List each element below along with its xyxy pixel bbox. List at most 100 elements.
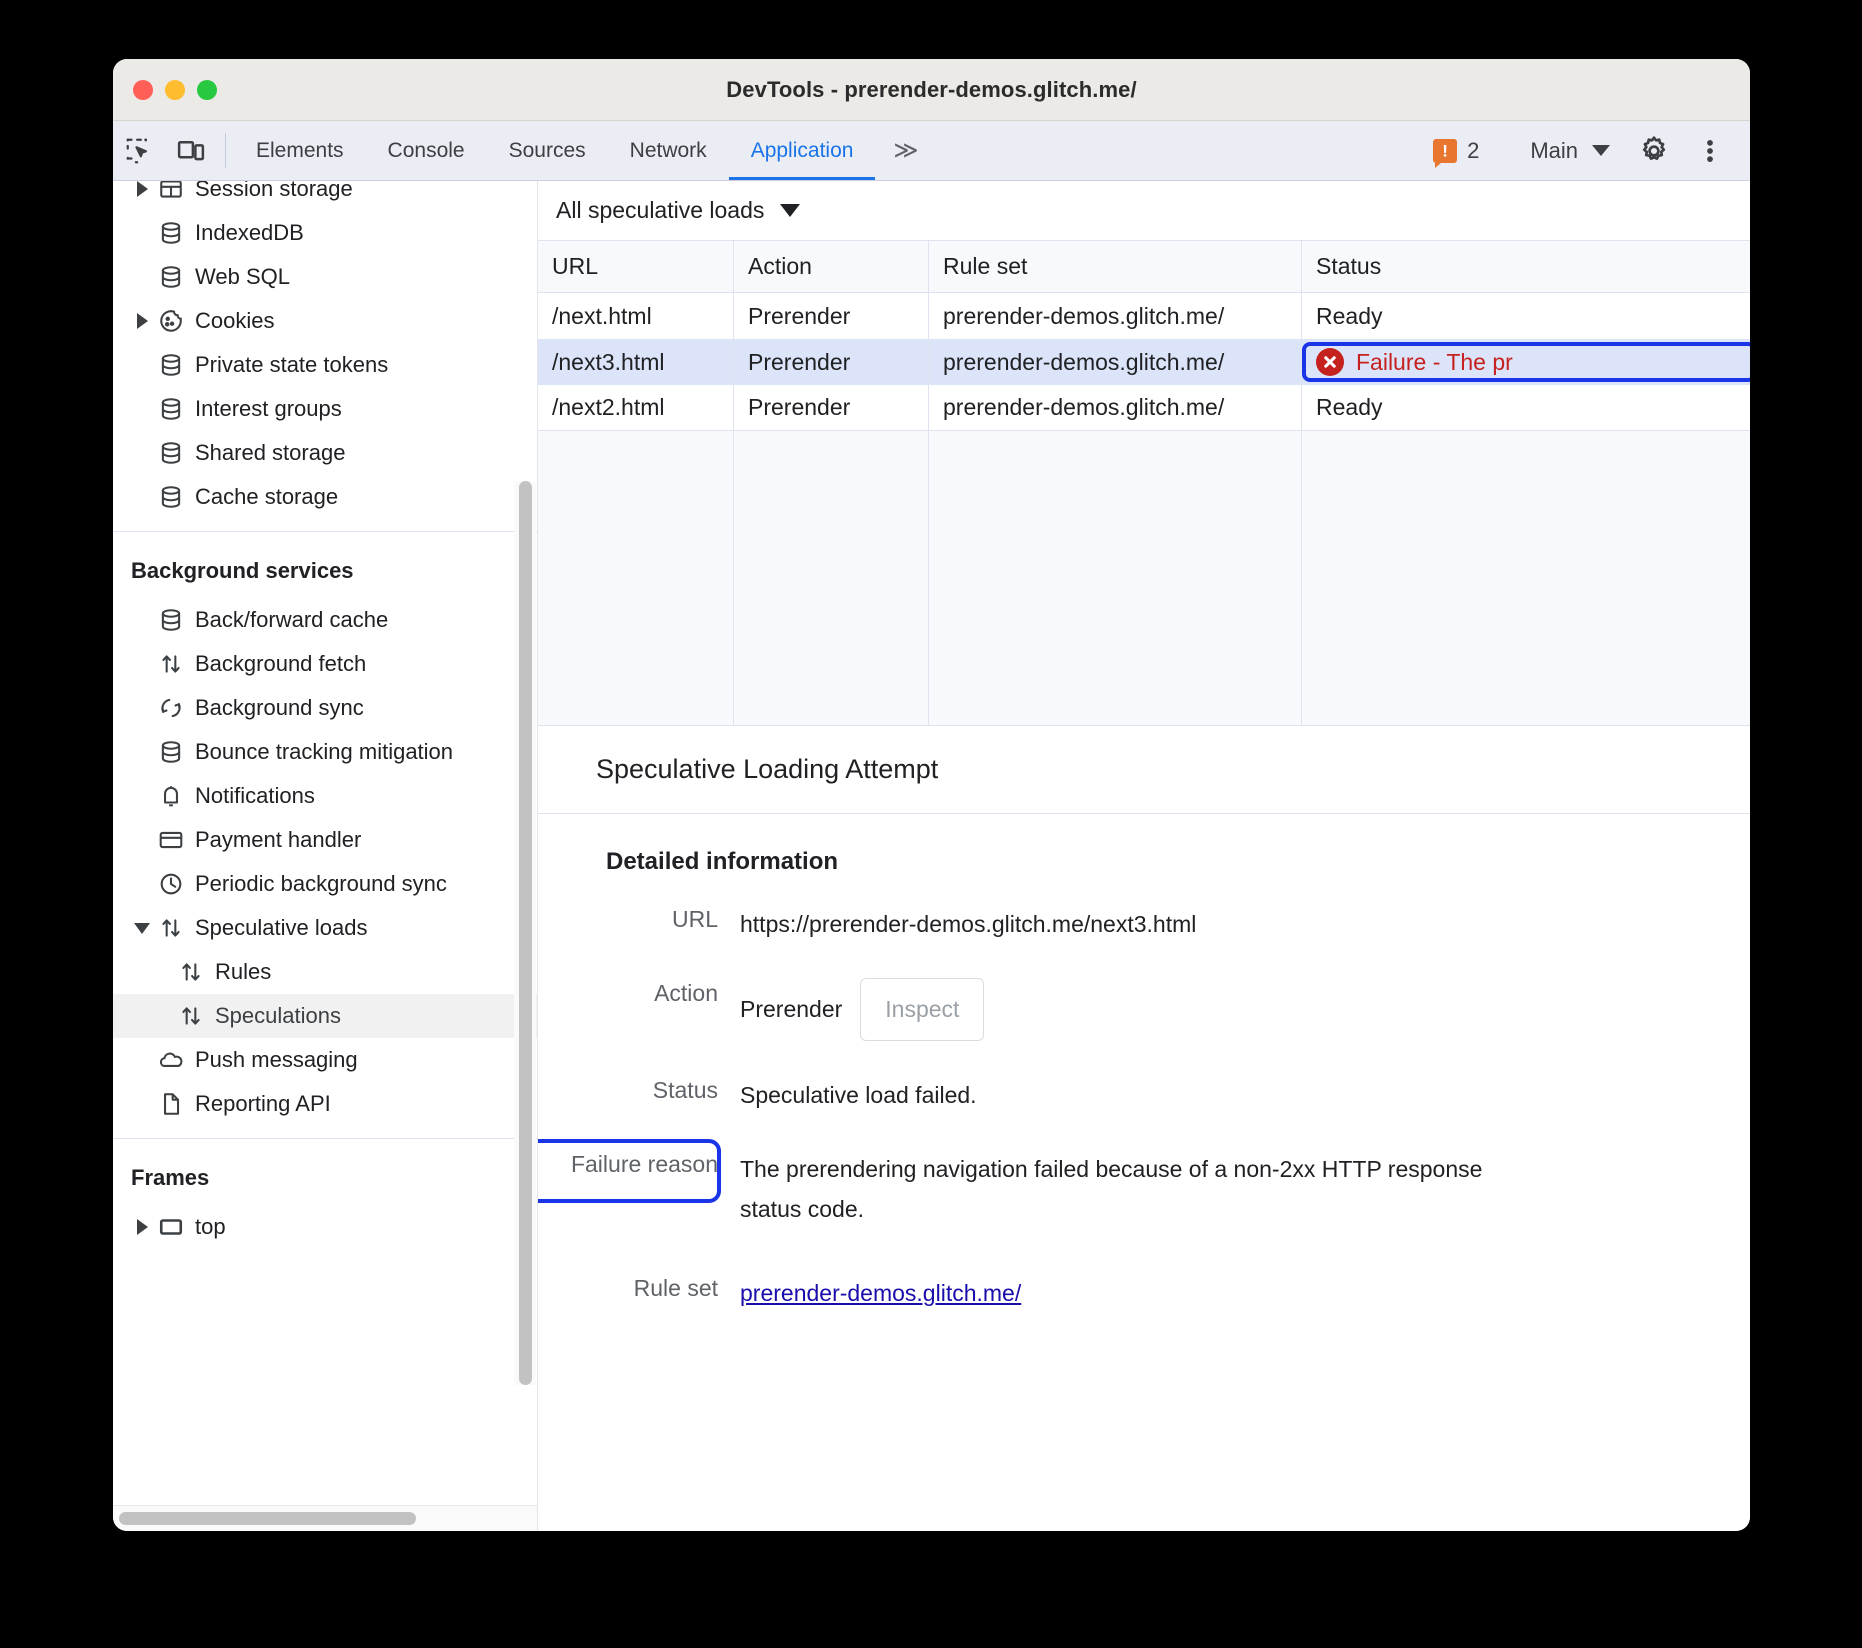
panel-tabs: Elements Console Sources Network Applica…: [234, 121, 937, 180]
speculations-table: URL Action Rule set Status /next.html Pr…: [538, 241, 1750, 725]
sidebar-item-reporting-api[interactable]: Reporting API: [113, 1082, 537, 1126]
tab-network[interactable]: Network: [608, 121, 729, 180]
context-selector[interactable]: Main: [1516, 138, 1624, 164]
sidebar-item-bounce-tracking-mitigation[interactable]: Bounce tracking mitigation: [113, 730, 537, 774]
sidebar-item-label: Session storage: [195, 181, 353, 202]
sidebar-item-indexeddb[interactable]: IndexedDB: [113, 211, 537, 255]
database-icon: [153, 739, 189, 765]
column-header-status[interactable]: Status: [1302, 241, 1750, 292]
database-icon: [153, 607, 189, 633]
toolbar-divider: [225, 133, 226, 168]
sidebar-item-periodic-background-sync[interactable]: Periodic background sync: [113, 862, 537, 906]
details-body: Detailed information URL https://prerend…: [538, 814, 1750, 1348]
twisty-down-icon[interactable]: [131, 923, 153, 934]
cell-ruleset: prerender-demos.glitch.me/: [929, 293, 1302, 339]
sidebar-item-interest-groups[interactable]: Interest groups: [113, 387, 537, 431]
details-title: Speculative Loading Attempt: [538, 726, 1750, 814]
sidebar-horizontal-scrollbar-thumb[interactable]: [119, 1512, 416, 1525]
sidebar-horizontal-scrollbar[interactable]: [113, 1505, 537, 1531]
twisty-right-icon[interactable]: [131, 313, 153, 329]
sidebar-item-cache-storage[interactable]: Cache storage: [113, 475, 537, 519]
tab-application[interactable]: Application: [729, 121, 876, 180]
table-row[interactable]: /next2.html Prerender prerender-demos.gl…: [538, 385, 1750, 431]
frames-section: Frames top: [113, 1139, 537, 1261]
more-options-button[interactable]: [1684, 125, 1736, 177]
devtools-body: Session storage IndexedDB: [113, 181, 1750, 1531]
device-toolbar-icon[interactable]: [165, 121, 217, 180]
sidebar-item-rules[interactable]: Rules: [113, 950, 537, 994]
sidebar-item-label: Speculative loads: [195, 915, 367, 941]
detail-label-ruleset: Rule set: [538, 1273, 718, 1302]
sidebar-item-background-fetch[interactable]: Background fetch: [113, 642, 537, 686]
details-panel: Speculative Loading Attempt Detailed inf…: [538, 725, 1750, 1531]
sidebar-item-payment-handler[interactable]: Payment handler: [113, 818, 537, 862]
detail-value-url: https://prerender-demos.glitch.me/next3.…: [740, 904, 1196, 944]
table-empty-area: [538, 431, 1750, 725]
detail-value-status: Speculative load failed.: [740, 1075, 977, 1115]
sidebar-item-label: Reporting API: [195, 1091, 331, 1117]
sidebar-item-private-state-tokens[interactable]: Private state tokens: [113, 343, 537, 387]
sidebar-vertical-scrollbar[interactable]: [514, 481, 536, 1385]
empty-cell-action: [734, 431, 929, 725]
detail-label-status: Status: [538, 1075, 718, 1104]
sidebar-item-back-forward-cache[interactable]: Back/forward cache: [113, 598, 537, 642]
sidebar-item-label: IndexedDB: [195, 220, 304, 246]
table-header-row: URL Action Rule set Status: [538, 241, 1750, 293]
warning-badge[interactable]: 2: [1421, 138, 1491, 164]
more-tabs-icon[interactable]: ≫: [875, 121, 936, 180]
tab-elements[interactable]: Elements: [234, 121, 366, 180]
filter-toolbar: All speculative loads: [538, 181, 1750, 241]
chevron-down-icon: [780, 204, 800, 217]
database-icon: [153, 264, 189, 290]
sidebar-item-speculations[interactable]: Speculations: [113, 994, 537, 1038]
sidebar-item-background-sync[interactable]: Background sync: [113, 686, 537, 730]
frame-icon: [153, 1214, 189, 1240]
column-header-ruleset[interactable]: Rule set: [929, 241, 1302, 292]
detail-value-action-wrapper: Prerender Inspect: [740, 978, 984, 1040]
updown-arrows-icon: [173, 959, 209, 985]
tab-sources[interactable]: Sources: [487, 121, 608, 180]
settings-button[interactable]: [1628, 125, 1680, 177]
sidebar-item-cookies[interactable]: Cookies: [113, 299, 537, 343]
detail-value-ruleset-link[interactable]: prerender-demos.glitch.me/: [740, 1273, 1021, 1313]
window-titlebar: DevTools - prerender-demos.glitch.me/: [113, 59, 1750, 121]
table-row[interactable]: /next3.html Prerender prerender-demos.gl…: [538, 339, 1750, 385]
sidebar-item-label: Rules: [215, 959, 271, 985]
sidebar-item-web-sql[interactable]: Web SQL: [113, 255, 537, 299]
column-header-url[interactable]: URL: [538, 241, 734, 292]
cookie-icon: [153, 308, 189, 334]
sidebar-item-shared-storage[interactable]: Shared storage: [113, 431, 537, 475]
sidebar-item-label: Web SQL: [195, 264, 290, 290]
cell-status: Ready: [1302, 293, 1750, 339]
sidebar-item-push-messaging[interactable]: Push messaging: [113, 1038, 537, 1082]
application-sidebar: Session storage IndexedDB: [113, 181, 538, 1531]
tab-console[interactable]: Console: [366, 121, 487, 180]
cell-status-failure: Failure - The pr: [1302, 339, 1750, 385]
twisty-right-icon[interactable]: [131, 1219, 153, 1235]
cell-ruleset: prerender-demos.glitch.me/: [929, 339, 1302, 385]
sidebar-item-notifications[interactable]: Notifications: [113, 774, 537, 818]
detail-row-ruleset: Rule set prerender-demos.glitch.me/: [538, 1273, 1750, 1313]
sidebar-item-speculative-loads[interactable]: Speculative loads: [113, 906, 537, 950]
database-icon: [153, 220, 189, 246]
table-row[interactable]: /next.html Prerender prerender-demos.gli…: [538, 293, 1750, 339]
empty-cell-ruleset: [929, 431, 1302, 725]
inspect-element-icon[interactable]: [113, 121, 165, 180]
document-icon: [153, 1091, 189, 1117]
column-header-action[interactable]: Action: [734, 241, 929, 292]
sidebar-item-label: Cookies: [195, 308, 274, 334]
sidebar-item-top-frame[interactable]: top: [113, 1205, 537, 1249]
sidebar-item-session-storage[interactable]: Session storage: [113, 181, 537, 211]
credit-card-icon: [153, 827, 189, 853]
speculative-loads-filter-dropdown[interactable]: All speculative loads: [556, 197, 800, 224]
detail-row-action: Action Prerender Inspect: [538, 978, 1750, 1040]
cell-action: Prerender: [734, 339, 929, 385]
clock-icon: [153, 871, 189, 897]
sidebar-item-label: Payment handler: [195, 827, 361, 853]
inspect-button[interactable]: Inspect: [860, 978, 984, 1040]
database-icon: [153, 484, 189, 510]
sidebar-vertical-scrollbar-thumb[interactable]: [519, 481, 532, 1385]
twisty-right-icon[interactable]: [131, 181, 153, 197]
cell-action: Prerender: [734, 293, 929, 339]
sidebar-scroll-area: Session storage IndexedDB: [113, 181, 537, 1505]
